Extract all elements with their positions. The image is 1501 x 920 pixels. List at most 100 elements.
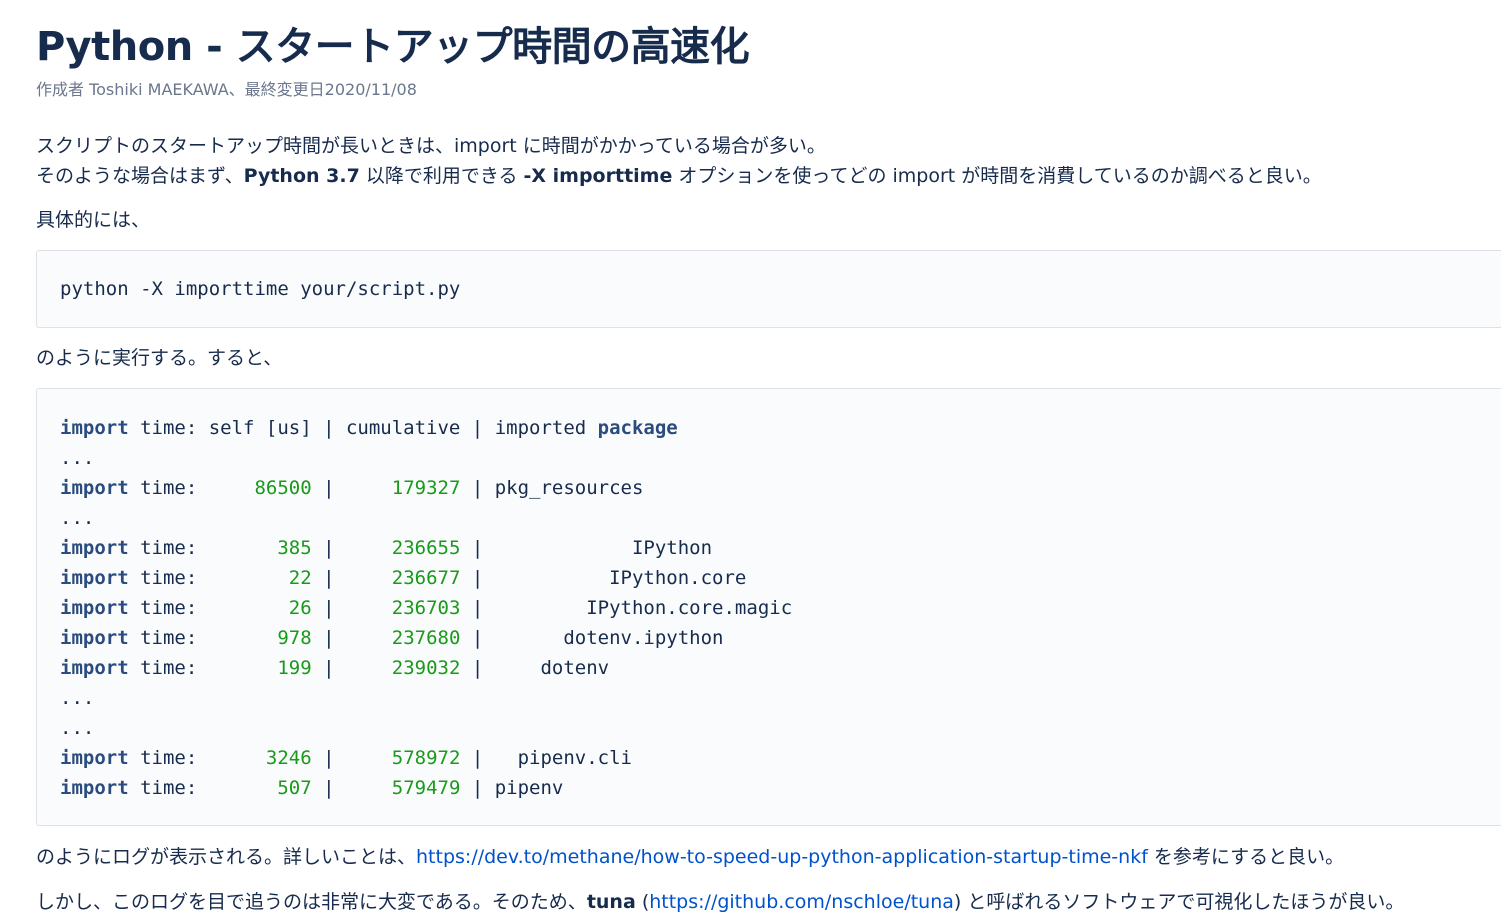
log-ellipsis: ... <box>60 503 792 533</box>
keyword: import <box>60 777 129 799</box>
separator: | <box>460 537 495 559</box>
self-time: 199 <box>208 657 312 679</box>
log-header: import time: self [us] | cumulative | im… <box>60 413 792 443</box>
cumulative-time: 236703 <box>346 597 461 619</box>
package-name: IPython.core.magic <box>494 597 793 619</box>
row-label: time: <box>128 477 209 499</box>
separator: | <box>311 567 346 589</box>
page-meta: 作成者 Toshiki MAEKAWA、最終変更日2020/11/08 <box>36 80 417 99</box>
separator: | <box>311 477 346 499</box>
tuna-github-link[interactable]: https://github.com/nschloe/tuna <box>649 891 954 913</box>
after-log-text: のようにログが表示される。詳しいことは、https://dev.to/metha… <box>36 842 1344 872</box>
package-name: pipenv <box>494 777 564 799</box>
cumulative-time: 179327 <box>346 477 461 499</box>
run-text: のように実行する。すると、 <box>36 347 283 369</box>
row-label: time: <box>128 747 209 769</box>
log-lines: import time: self [us] | cumulative | im… <box>60 413 792 803</box>
cumulative-time: 236655 <box>346 537 461 559</box>
keyword: import <box>60 537 129 559</box>
separator: | <box>311 747 346 769</box>
tuna-a: しかし、このログを目で追うのは非常に大変である。そのため、 <box>36 891 587 913</box>
command-code-block[interactable]: python -X importtime your/script.py <box>36 250 1501 328</box>
self-time: 385 <box>208 537 312 559</box>
log-row: import time: 978 | 237680 | dotenv.ipyth… <box>60 623 792 653</box>
cumulative-time: 579479 <box>346 777 461 799</box>
keyword: import <box>60 627 129 649</box>
header-text: time: self [us] | cumulative | imported <box>128 417 598 439</box>
package-name: pkg_resources <box>494 477 644 499</box>
tuna-name: tuna <box>586 891 636 913</box>
log-ellipsis: ... <box>60 713 792 743</box>
cumulative-time: 239032 <box>346 657 461 679</box>
row-label: time: <box>128 657 209 679</box>
separator: | <box>311 597 346 619</box>
package-name: pipenv.cli <box>494 747 632 769</box>
ellipsis-text: ... <box>60 687 95 709</box>
row-label: time: <box>128 597 209 619</box>
separator: | <box>460 597 495 619</box>
log-row: import time: 22 | 236677 | IPython.core <box>60 563 792 593</box>
tuna-c: ( <box>635 891 650 913</box>
row-label: time: <box>128 567 209 589</box>
self-time: 978 <box>208 627 312 649</box>
log-row: import time: 26 | 236703 | IPython.core.… <box>60 593 792 623</box>
after-log-a: のようにログが表示される。詳しいことは、 <box>36 846 417 868</box>
package-name: dotenv.ipython <box>494 627 724 649</box>
keyword: import <box>60 567 129 589</box>
keyword: import <box>60 417 129 439</box>
importtime-option: -X importtime <box>523 165 673 187</box>
row-label: time: <box>128 537 209 559</box>
keyword: import <box>60 597 129 619</box>
log-row: import time: 199 | 239032 | dotenv <box>60 653 792 683</box>
self-time: 86500 <box>208 477 312 499</box>
intro-line-2: そのような場合はまず、Python 3.7 以降で利用できる -X import… <box>36 161 1322 191</box>
keyword: import <box>60 657 129 679</box>
concretely-text: 具体的には、 <box>36 209 151 231</box>
cumulative-time: 236677 <box>346 567 461 589</box>
keyword: import <box>60 477 129 499</box>
self-time: 3246 <box>208 747 312 769</box>
intro-line-1: スクリプトのスタートアップ時間が長いときは、import に時間がかかっている場… <box>36 135 826 157</box>
package-name: IPython <box>494 537 713 559</box>
separator: | <box>311 657 346 679</box>
separator: | <box>460 777 495 799</box>
tuna-d: ) と呼ばれるソフトウェアで可視化したほうが良い。 <box>953 891 1405 913</box>
self-time: 507 <box>208 777 312 799</box>
keyword: import <box>60 747 129 769</box>
self-time: 22 <box>208 567 312 589</box>
tuna-text: しかし、このログを目で追うのは非常に大変である。そのため、tuna (https… <box>36 887 1404 917</box>
log-row: import time: 3246 | 578972 | pipenv.cli <box>60 743 792 773</box>
separator: | <box>311 777 346 799</box>
log-ellipsis: ... <box>60 683 792 713</box>
log-ellipsis: ... <box>60 443 792 473</box>
methane-article-link[interactable]: https://dev.to/methane/how-to-speed-up-p… <box>416 846 1148 868</box>
log-row: import time: 86500 | 179327 | pkg_resour… <box>60 473 792 503</box>
intro-text: オプションを使ってどの import が時間を消費しているのか調べると良い。 <box>672 165 1322 187</box>
separator: | <box>460 567 495 589</box>
command-line: python -X importtime your/script.py <box>60 278 461 300</box>
separator: | <box>460 747 495 769</box>
ellipsis-text: ... <box>60 717 95 739</box>
python-version: Python 3.7 <box>243 165 360 187</box>
separator: | <box>460 477 495 499</box>
separator: | <box>460 657 495 679</box>
self-time: 26 <box>208 597 312 619</box>
cumulative-time: 578972 <box>346 747 461 769</box>
intro-text: 以降で利用できる <box>359 165 524 187</box>
row-label: time: <box>128 777 209 799</box>
separator: | <box>460 627 495 649</box>
log-code-block[interactable]: import time: self [us] | cumulative | im… <box>36 388 1501 826</box>
package-name: IPython.core <box>494 567 747 589</box>
separator: | <box>311 537 346 559</box>
separator: | <box>311 627 346 649</box>
ellipsis-text: ... <box>60 447 95 469</box>
row-label: time: <box>128 627 209 649</box>
cumulative-time: 237680 <box>346 627 461 649</box>
intro-text: そのような場合はまず、 <box>36 165 244 187</box>
after-log-b: を参考にすると良い。 <box>1147 846 1345 868</box>
log-row: import time: 385 | 236655 | IPython <box>60 533 792 563</box>
keyword: package <box>597 417 678 439</box>
page-title: Python - スタートアップ時間の高速化 <box>36 24 750 70</box>
log-row: import time: 507 | 579479 | pipenv <box>60 773 792 803</box>
ellipsis-text: ... <box>60 507 95 529</box>
